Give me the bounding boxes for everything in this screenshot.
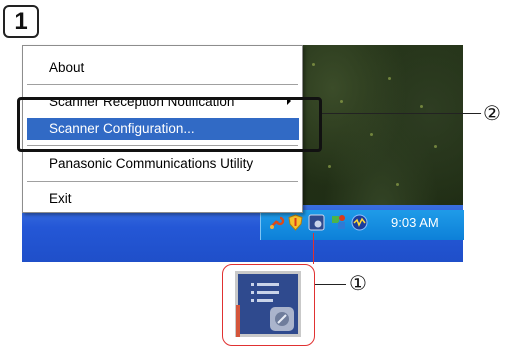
menu-separator	[27, 84, 298, 85]
wrench-icon[interactable]	[268, 214, 285, 231]
scanner-utility-icon-enlarged	[235, 271, 301, 337]
audio-icon[interactable]	[351, 214, 368, 231]
zoom-pointer-line	[313, 233, 314, 264]
scanner-utility-icon[interactable]	[308, 214, 325, 231]
callout-leader-line	[322, 113, 482, 114]
menu-item-about[interactable]: About	[49, 60, 84, 75]
taskbar-clock: 9:03 AM	[391, 215, 439, 230]
network-icon[interactable]	[330, 214, 347, 231]
callout-highlight-box	[17, 97, 322, 152]
menu-separator	[27, 181, 298, 182]
menu-item-exit[interactable]: Exit	[49, 191, 72, 206]
callout-number-two: ②	[481, 102, 503, 125]
shield-icon[interactable]	[287, 214, 304, 231]
menu-item-panasonic-communications-utility[interactable]: Panasonic Communications Utility	[49, 156, 253, 171]
callout-number-one: ①	[347, 272, 369, 295]
step-number-badge: 1	[3, 5, 39, 38]
zoomed-icon-frame	[222, 264, 315, 346]
callout-leader-line	[315, 284, 346, 285]
